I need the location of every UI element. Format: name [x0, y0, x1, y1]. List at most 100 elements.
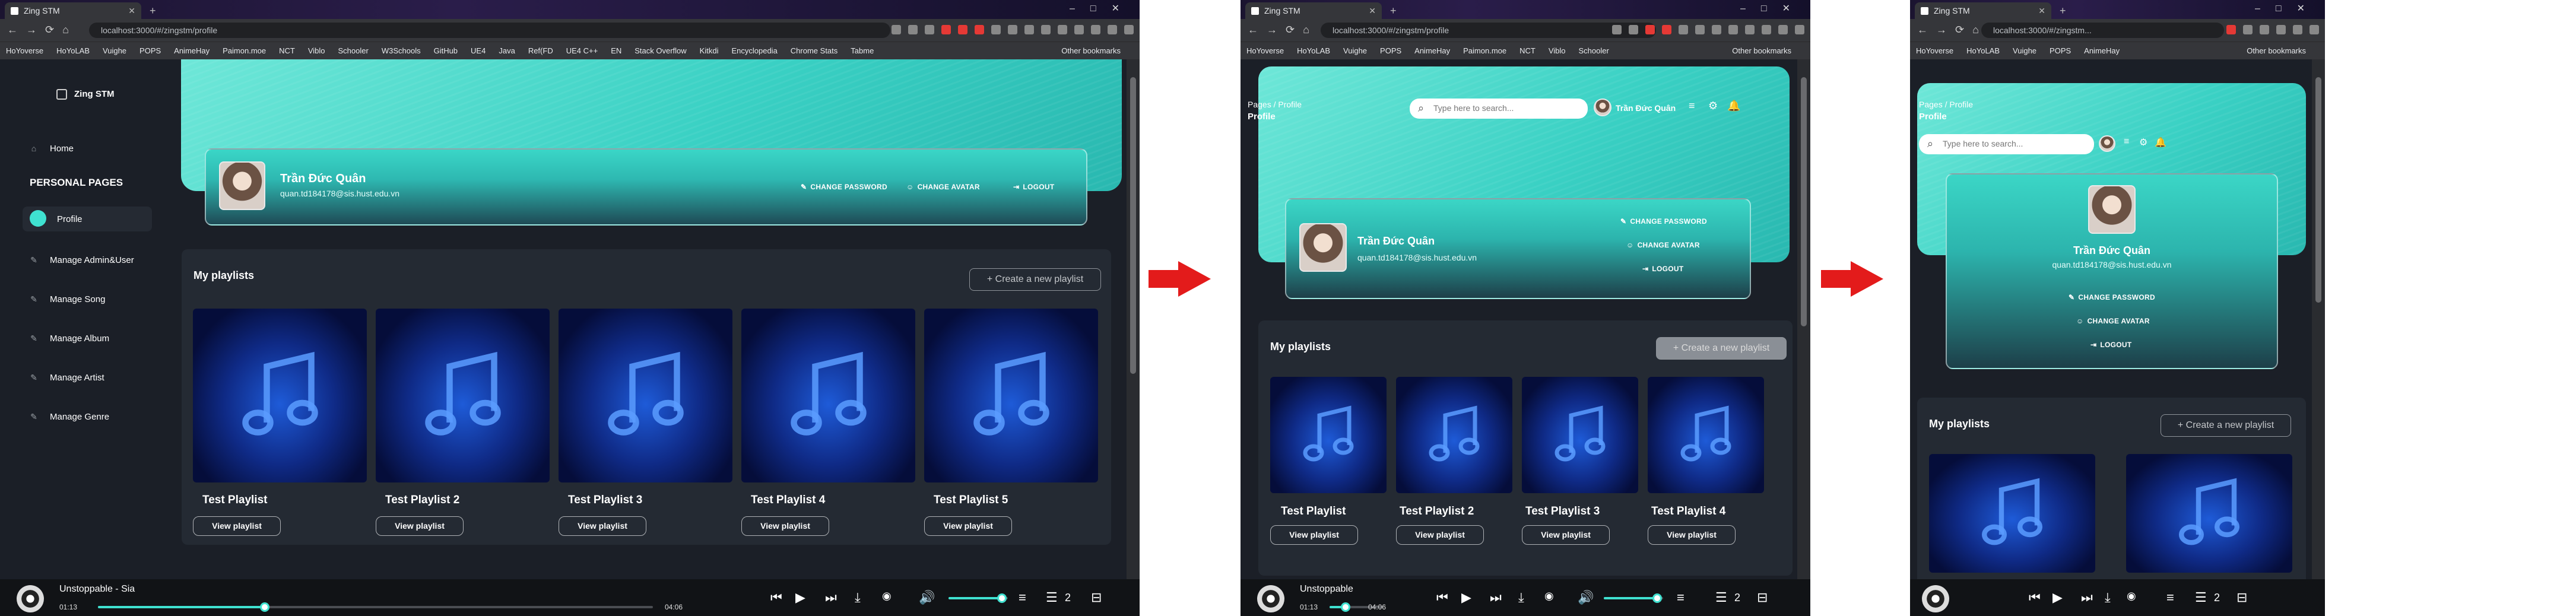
- logout-button[interactable]: ⇥ LOGOUT: [1642, 265, 1684, 273]
- breadcrumb-root[interactable]: Pages: [1248, 100, 1271, 109]
- view-playlist-button[interactable]: View playlist: [1522, 525, 1610, 545]
- scrollbar[interactable]: [1797, 59, 1810, 616]
- bookmark[interactable]: Vuighe: [2013, 46, 2036, 55]
- header-avatar[interactable]: [1594, 99, 1611, 116]
- breadcrumb-root[interactable]: Pages: [1919, 100, 1943, 109]
- view-playlist-button[interactable]: View playlist: [1648, 525, 1736, 545]
- bookmark[interactable]: HoYoLAB: [56, 46, 90, 55]
- view-playlist-button[interactable]: View playlist: [741, 516, 829, 536]
- extensions[interactable]: [2226, 25, 2319, 36]
- menu-icon[interactable]: ≡: [1689, 100, 1695, 112]
- previous-icon[interactable]: ⏮: [1436, 590, 1448, 605]
- bookmark[interactable]: W3Schools: [382, 46, 421, 55]
- close-tab-icon[interactable]: ✕: [2038, 2, 2045, 19]
- window-controls[interactable]: –□✕: [1740, 2, 1806, 14]
- bookmark[interactable]: AnimeHay: [1414, 46, 1450, 55]
- progress-knob[interactable]: [1341, 602, 1350, 612]
- track-avatar[interactable]: [1922, 585, 1949, 612]
- queue-icon[interactable]: ☰: [1715, 590, 1727, 605]
- bookmark[interactable]: Paimon.moe: [1463, 46, 1506, 55]
- bookmark[interactable]: AnimeHay: [174, 46, 210, 55]
- bookmark[interactable]: Kitkdi: [700, 46, 719, 55]
- queue-icon[interactable]: ☰: [2195, 590, 2207, 605]
- scrollbar[interactable]: [2312, 59, 2325, 616]
- change-password-button[interactable]: ✎ CHANGE PASSWORD: [1620, 217, 1707, 226]
- bookmark[interactable]: Stack Overflow: [635, 46, 686, 55]
- previous-icon[interactable]: ⏮: [2029, 590, 2041, 605]
- extensions[interactable]: [892, 25, 1134, 36]
- bookmark[interactable]: Java: [499, 46, 515, 55]
- search-input[interactable]: Type here to search...: [1919, 134, 2094, 154]
- previous-icon[interactable]: ⏮: [770, 590, 782, 605]
- change-password-button[interactable]: ✎ CHANGE PASSWORD: [801, 183, 887, 191]
- bookmark[interactable]: NCT: [1519, 46, 1536, 55]
- progress-bar[interactable]: [98, 602, 653, 612]
- volume-slider[interactable]: [1604, 593, 1663, 603]
- bookmark[interactable]: Vuighe: [103, 46, 126, 55]
- next-icon[interactable]: ⏭: [825, 590, 837, 605]
- other-bookmarks[interactable]: Other bookmarks: [1057, 42, 1121, 59]
- bookmark[interactable]: AnimeHay: [2084, 46, 2120, 55]
- address-bar[interactable]: localhost:3000/#/zingstm...: [1981, 23, 2224, 38]
- create-playlist-button[interactable]: + Create a new playlist: [2161, 414, 2291, 437]
- download-icon[interactable]: ⤓: [1518, 590, 1524, 605]
- queue-icon[interactable]: ☰: [1046, 590, 1058, 605]
- track-avatar[interactable]: [1257, 585, 1284, 612]
- bookmark[interactable]: UE4 C++: [566, 46, 598, 55]
- bookmark[interactable]: Schooler: [1579, 46, 1609, 55]
- new-tab-icon[interactable]: +: [2060, 5, 2066, 17]
- bookmark[interactable]: Viblo: [1549, 46, 1566, 55]
- new-tab-icon[interactable]: +: [150, 5, 156, 17]
- bookmark[interactable]: HoYoLAB: [1297, 46, 1330, 55]
- view-playlist-button[interactable]: View playlist: [924, 516, 1012, 536]
- bell-icon[interactable]: 🔔: [1727, 100, 1740, 112]
- next-icon[interactable]: ⏭: [2081, 590, 2093, 605]
- bookmark[interactable]: Tabme: [851, 46, 874, 55]
- play-icon[interactable]: ▶: [2052, 590, 2063, 605]
- nav-buttons[interactable]: ←→⟳⌂: [7, 24, 77, 36]
- track-avatar[interactable]: [17, 585, 44, 612]
- bookmark[interactable]: Ref(FD: [528, 46, 553, 55]
- bookmark[interactable]: Viblo: [308, 46, 325, 55]
- change-password-button[interactable]: ✎ CHANGE PASSWORD: [2069, 293, 2155, 301]
- browser-tab[interactable]: Zing STM ✕: [1915, 2, 2051, 19]
- view-playlist-button[interactable]: View playlist: [193, 516, 281, 536]
- next-icon[interactable]: ⏭: [1490, 590, 1502, 605]
- gear-icon[interactable]: ⚙: [1708, 100, 1718, 112]
- view-playlist-button[interactable]: View playlist: [1270, 525, 1358, 545]
- window-controls[interactable]: –□✕: [2255, 2, 2320, 14]
- change-avatar-button[interactable]: ☺ CHANGE AVATAR: [2076, 317, 2150, 325]
- extensions[interactable]: [1612, 25, 1804, 36]
- change-avatar-button[interactable]: ☺ CHANGE AVATAR: [1626, 241, 1700, 249]
- nav-buttons[interactable]: ←→⟳⌂: [1917, 24, 1987, 36]
- bookmark[interactable]: Paimon.moe: [223, 46, 266, 55]
- other-bookmarks[interactable]: Other bookmarks: [2242, 42, 2306, 59]
- minimize-player-icon[interactable]: ⊟: [2236, 590, 2247, 605]
- bookmark[interactable]: HoYoverse: [1246, 46, 1284, 55]
- bookmark[interactable]: Encyclopedia: [731, 46, 777, 55]
- create-playlist-button[interactable]: + Create a new playlist: [969, 268, 1101, 291]
- toggle-icon[interactable]: ◉: [1544, 590, 1554, 602]
- download-icon[interactable]: ⤓: [855, 590, 861, 605]
- volume-knob[interactable]: [997, 593, 1007, 603]
- address-bar[interactable]: localhost:3000/#/zingstm/profile: [1321, 23, 1656, 38]
- bookmark[interactable]: POPS: [2050, 46, 2071, 55]
- bookmark[interactable]: Chrome Stats: [791, 46, 837, 55]
- volume-icon[interactable]: 🔊: [1578, 590, 1594, 605]
- bookmark[interactable]: POPS: [1380, 46, 1401, 55]
- bookmark[interactable]: NCT: [279, 46, 295, 55]
- play-icon[interactable]: ▶: [795, 590, 805, 605]
- minimize-player-icon[interactable]: ⊟: [1757, 590, 1768, 605]
- download-icon[interactable]: ⤓: [2105, 590, 2111, 605]
- bookmark[interactable]: HoYoverse: [1916, 46, 1953, 55]
- bookmark[interactable]: GitHub: [434, 46, 458, 55]
- header-user-name[interactable]: Trần Đức Quân: [1616, 103, 1676, 113]
- volume-icon[interactable]: 🔊: [919, 590, 935, 605]
- other-bookmarks[interactable]: Other bookmarks: [1727, 42, 1791, 59]
- sidebar-item-manage-admin-user[interactable]: ✎ Manage Admin&User: [30, 255, 134, 265]
- toggle-icon[interactable]: ◉: [2127, 590, 2136, 602]
- volume-slider[interactable]: [948, 593, 1008, 603]
- scrollbar[interactable]: [1127, 59, 1140, 616]
- view-playlist-button[interactable]: View playlist: [1396, 525, 1484, 545]
- sidebar-item-manage-genre[interactable]: ✎ Manage Genre: [30, 412, 109, 422]
